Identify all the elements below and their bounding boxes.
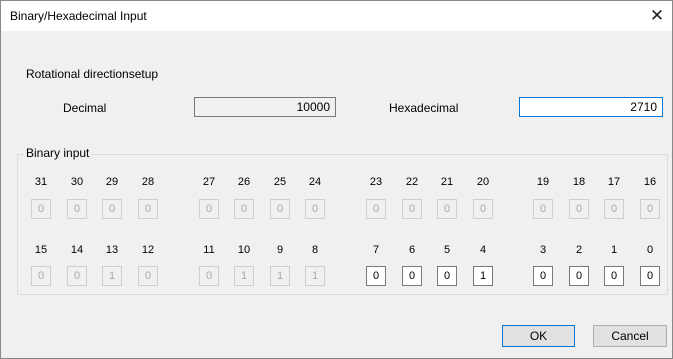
bit-value-box[interactable]: 0 <box>234 199 254 219</box>
bit-number-label: 19 <box>536 176 550 188</box>
hexadecimal-field[interactable]: 2710 <box>519 97 663 117</box>
bit-number-label: 5 <box>443 244 451 256</box>
bit-number-label: 8 <box>311 244 319 256</box>
bit-value-box[interactable]: 0 <box>67 199 87 219</box>
cancel-button[interactable]: Cancel <box>593 325 667 347</box>
bit-number-label: 21 <box>440 176 454 188</box>
bit-value-box[interactable]: 0 <box>640 199 660 219</box>
bit-value-box[interactable]: 0 <box>473 199 493 219</box>
title-bar: Binary/Hexadecimal Input ✕ <box>1 1 672 31</box>
bit-value-box[interactable]: 0 <box>533 199 553 219</box>
bit-value-box[interactable]: 0 <box>199 266 219 286</box>
bit-number-label: 18 <box>572 176 586 188</box>
bit-number-label: 24 <box>308 176 322 188</box>
bit-value-box[interactable]: 0 <box>437 199 457 219</box>
bit-number-label: 3 <box>539 244 547 256</box>
bit-value-box[interactable]: 0 <box>138 199 158 219</box>
bit-value-box[interactable]: 1 <box>270 266 290 286</box>
bit-value-box[interactable]: 0 <box>199 199 219 219</box>
bit-number-label: 10 <box>237 244 251 256</box>
bit-value-box[interactable]: 0 <box>402 199 422 219</box>
bit-number-label: 22 <box>405 176 419 188</box>
decimal-field[interactable]: 10000 <box>194 97 336 117</box>
bit-value-box[interactable]: 0 <box>640 266 660 286</box>
bit-number-label: 16 <box>643 176 657 188</box>
bit-number-label: 15 <box>34 244 48 256</box>
bit-value-box[interactable]: 0 <box>569 199 589 219</box>
bit-number-label: 6 <box>408 244 416 256</box>
bit-value-box[interactable]: 0 <box>437 266 457 286</box>
hexadecimal-label: Hexadecimal <box>389 101 459 115</box>
bit-value-box[interactable]: 0 <box>366 199 386 219</box>
bit-number-label: 1 <box>610 244 618 256</box>
bit-value-box[interactable]: 0 <box>270 199 290 219</box>
bit-value-box[interactable]: 0 <box>604 266 624 286</box>
bit-value-box[interactable]: 0 <box>102 199 122 219</box>
bit-number-label: 26 <box>237 176 251 188</box>
bit-value-box[interactable]: 0 <box>31 199 51 219</box>
bit-number-label: 7 <box>372 244 380 256</box>
bit-number-label: 2 <box>575 244 583 256</box>
bit-value-box[interactable]: 1 <box>102 266 122 286</box>
bit-value-box[interactable]: 1 <box>473 266 493 286</box>
bit-value-box[interactable]: 0 <box>305 199 325 219</box>
ok-button[interactable]: OK <box>502 325 575 347</box>
bit-value-box[interactable]: 0 <box>67 266 87 286</box>
bit-number-label: 20 <box>476 176 490 188</box>
bit-number-label: 12 <box>141 244 155 256</box>
bit-value-box[interactable]: 0 <box>366 266 386 286</box>
bit-value-box[interactable]: 0 <box>533 266 553 286</box>
decimal-label: Decimal <box>63 101 107 115</box>
dialog-title: Binary/Hexadecimal Input <box>10 9 147 23</box>
bit-number-label: 14 <box>70 244 84 256</box>
bit-number-label: 29 <box>105 176 119 188</box>
bit-number-label: 25 <box>273 176 287 188</box>
binary-input-label: Binary input <box>24 146 92 160</box>
dialog-window: Binary/Hexadecimal Input ✕ Rotational di… <box>0 0 673 359</box>
bit-number-label: 11 <box>203 244 215 256</box>
bit-value-box[interactable]: 0 <box>138 266 158 286</box>
bit-number-label: 31 <box>34 176 48 188</box>
bit-number-label: 9 <box>276 244 284 256</box>
bit-number-label: 17 <box>607 176 621 188</box>
bit-number-label: 0 <box>646 244 654 256</box>
bit-value-box[interactable]: 1 <box>305 266 325 286</box>
bit-value-box[interactable]: 0 <box>402 266 422 286</box>
bit-number-label: 13 <box>105 244 119 256</box>
bit-value-box[interactable]: 0 <box>569 266 589 286</box>
bit-value-box[interactable]: 1 <box>234 266 254 286</box>
bit-number-label: 27 <box>202 176 216 188</box>
bit-number-label: 28 <box>141 176 155 188</box>
bit-number-label: 4 <box>479 244 487 256</box>
bit-number-label: 30 <box>70 176 84 188</box>
section-label: Rotational directionsetup <box>26 67 159 81</box>
bit-value-box[interactable]: 0 <box>31 266 51 286</box>
close-icon[interactable]: ✕ <box>642 1 672 31</box>
bit-number-label: 23 <box>369 176 383 188</box>
bit-value-box[interactable]: 0 <box>604 199 624 219</box>
